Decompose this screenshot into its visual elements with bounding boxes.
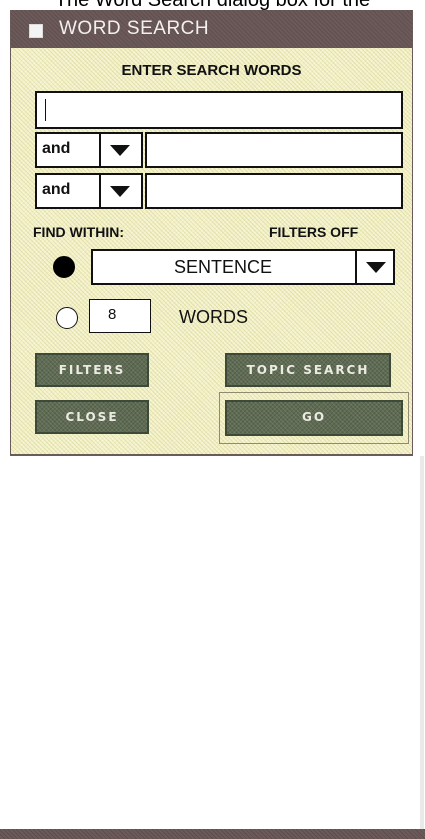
within-unit-value: SENTENCE	[173, 257, 272, 277]
search-word-field-1[interactable]	[35, 91, 403, 129]
operator-select-1[interactable]: and	[35, 132, 143, 168]
caption-text: The Word Search dialog box for the	[0, 0, 425, 10]
close-button[interactable]: CLOSE	[35, 400, 149, 434]
operator-2-label: and	[42, 181, 71, 198]
bottom-border-strip	[0, 829, 425, 839]
select-divider	[99, 175, 101, 207]
radio-sentence[interactable]	[53, 256, 75, 278]
word-count-value: 8	[108, 306, 117, 323]
dropdown-arrow-icon[interactable]	[110, 186, 130, 197]
text-cursor	[45, 99, 46, 121]
dropdown-arrow-icon[interactable]	[366, 262, 386, 273]
select-divider	[99, 134, 101, 166]
filters-button[interactable]: FILTERS	[35, 353, 149, 387]
search-word-field-2[interactable]	[145, 132, 403, 168]
radio-words[interactable]	[56, 307, 78, 329]
word-search-dialog: WORD SEARCH ENTER SEARCH WORDS and and F…	[10, 10, 413, 456]
within-unit-select[interactable]: SENTENCE	[91, 249, 395, 285]
title-bar[interactable]: WORD SEARCH	[11, 10, 412, 48]
enter-search-words-heading: ENTER SEARCH WORDS	[121, 62, 302, 79]
page: The Word Search dialog box for the WORD …	[0, 0, 425, 839]
topic-search-button[interactable]: TOPIC SEARCH	[225, 353, 391, 387]
scroll-edge	[420, 456, 424, 829]
dropdown-arrow-icon[interactable]	[110, 145, 130, 156]
operator-select-2[interactable]: and	[35, 173, 143, 209]
select-divider	[355, 251, 357, 283]
find-within-label: FIND WITHIN:	[33, 224, 124, 240]
operator-1-label: and	[42, 140, 71, 157]
search-word-field-3[interactable]	[145, 173, 403, 209]
word-count-field[interactable]: 8	[89, 299, 151, 333]
close-box-icon[interactable]	[29, 24, 43, 38]
dialog-title: WORD SEARCH	[59, 18, 210, 39]
filters-status: FILTERS OFF	[269, 224, 359, 240]
words-label: WORDS	[179, 307, 248, 327]
go-button[interactable]: GO	[225, 400, 403, 436]
